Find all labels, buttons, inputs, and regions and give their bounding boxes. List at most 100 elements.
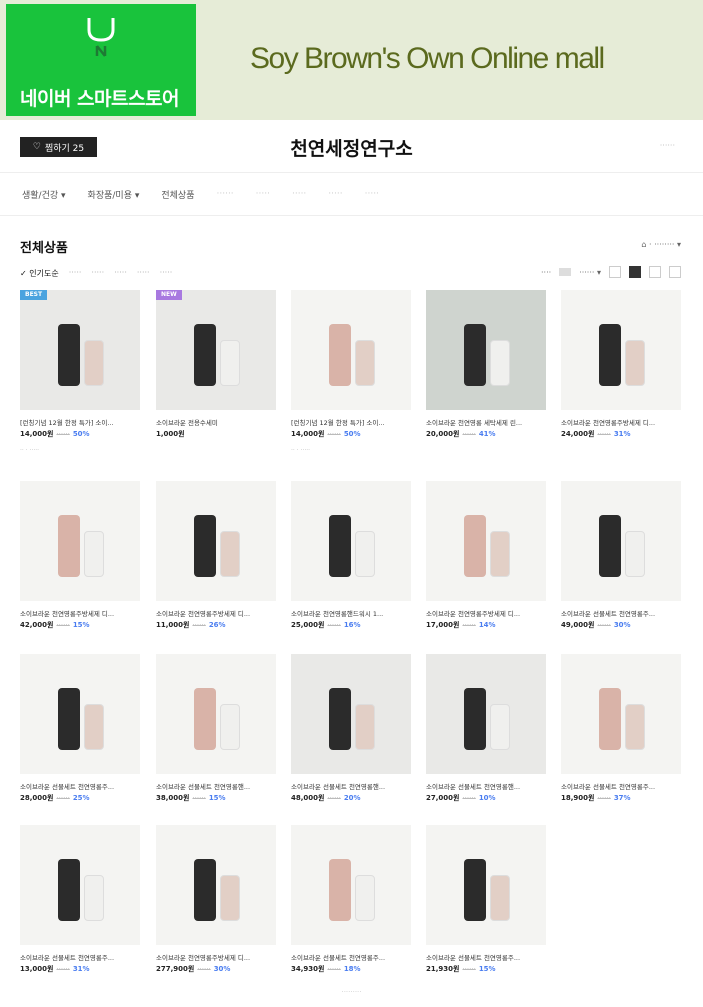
product-image[interactable] xyxy=(291,290,411,410)
product-name[interactable]: 소이브라운 천연영롱주방세제 디... xyxy=(561,417,673,427)
product-card[interactable]: 소이브라운 천연영롱주방세제 디... 24,000원 ······ 31% xyxy=(561,290,681,439)
product-name[interactable]: 소이브라운 선물세트 천연영롱핸... xyxy=(426,781,538,791)
product-card[interactable]: 소이브라운 천연영롱주방세제 디... 42,000원 ······ 15% xyxy=(20,481,140,630)
nav-item-health[interactable]: 생활/건강 ▾ xyxy=(22,188,66,201)
view-large-icon[interactable] xyxy=(649,266,661,278)
product-price: 14,000원 xyxy=(291,430,325,438)
pagination[interactable]: ········· xyxy=(0,988,703,996)
product-name[interactable]: 소이브라운 천연영롱주방세제 디... xyxy=(20,608,132,618)
product-discount: 37% xyxy=(613,794,631,802)
filter-toggle-icon[interactable] xyxy=(559,268,572,276)
view-grid-icon[interactable] xyxy=(629,266,641,278)
product-name[interactable]: 소이브라운 천연영롱주방세제 디... xyxy=(156,608,268,618)
sort-popular[interactable]: ✓ 인기도순 xyxy=(20,268,59,279)
product-name[interactable]: [런칭기념 12월 한정 특가] 소이... xyxy=(291,417,403,427)
product-card[interactable]: 소이브라운 선물세트 천연영롱주... 49,000원 ······ 30% xyxy=(561,481,681,630)
product-card[interactable]: 소이브라운 선물세트 천연영롱주... 13,000원 ······ 31% xyxy=(20,825,140,974)
sort-option-6[interactable]: ····· xyxy=(160,268,173,279)
store-side-links[interactable]: ······ xyxy=(660,141,675,150)
product-image[interactable] xyxy=(291,825,411,945)
product-image[interactable]: BEST xyxy=(20,290,140,410)
product-card[interactable]: 소이브라운 선물세트 천연영롱주... 34,930원 ······ 18% xyxy=(291,825,411,974)
product-bottle-shape xyxy=(220,340,240,386)
product-name[interactable]: 소이브라운 선물세트 천연영롱핸... xyxy=(156,781,268,791)
product-name[interactable]: 소이브라운 선물세트 천연영롱주... xyxy=(291,952,403,962)
per-page-select[interactable]: ······ ▾ xyxy=(579,268,601,277)
product-card[interactable]: 소이브라운 선물세트 천연영롱핸... 27,000원 ······ 10% xyxy=(426,654,546,803)
product-card[interactable]: [런칭기념 12월 한정 특가] 소이... 14,000원 ······ 50% ··… xyxy=(291,290,411,454)
product-discount: 26% xyxy=(208,621,226,629)
product-image[interactable] xyxy=(426,654,546,774)
product-image[interactable] xyxy=(291,654,411,774)
product-card[interactable]: BEST [런칭기념 12월 한정 특가] 소이... 14,000원 ······ 5… xyxy=(20,290,140,454)
product-original-price: ······ xyxy=(327,965,341,973)
product-name[interactable]: 소이브라운 선물세트 천연영롱주... xyxy=(561,608,673,618)
product-original-price: ······ xyxy=(597,794,611,802)
sort-option-3[interactable]: ····· xyxy=(91,268,104,279)
nav-item-faded-3[interactable]: ····· xyxy=(292,189,306,199)
product-card[interactable]: 소이브라운 천연영롱주방세제 디... 277,900원 ······ 30% xyxy=(156,825,276,974)
product-image[interactable] xyxy=(156,481,276,601)
free-shipping-filter[interactable]: ···· xyxy=(541,268,551,277)
product-image[interactable] xyxy=(156,654,276,774)
naver-smartstore-logo-box[interactable]: 네이버 스마트스토어 xyxy=(6,4,196,116)
product-price-row: 34,930원 ······ 18% xyxy=(291,964,411,974)
product-name[interactable]: 소이브라운 천연영롱핸드워시 1... xyxy=(291,608,403,618)
product-card[interactable]: 소이브라운 천연영롱주방세제 디... 11,000원 ······ 26% xyxy=(156,481,276,630)
nav-item-faded-1[interactable]: ······ xyxy=(217,189,234,199)
sort-option-4[interactable]: ····· xyxy=(114,268,127,279)
view-image-icon[interactable] xyxy=(669,266,681,278)
product-image[interactable] xyxy=(561,481,681,601)
product-image[interactable] xyxy=(426,290,546,410)
nav-item-faded-4[interactable]: ····· xyxy=(328,189,342,199)
sort-option-5[interactable]: ····· xyxy=(137,268,150,279)
product-card[interactable]: 소이브라운 천연영롱핸드워시 1... 25,000원 ······ 16% xyxy=(291,481,411,630)
product-name[interactable]: 소이브라운 선물세트 천연영롱핸... xyxy=(291,781,403,791)
nav-item-beauty[interactable]: 화장품/미용 ▾ xyxy=(88,188,140,201)
product-price: 11,000원 xyxy=(156,621,190,629)
product-name[interactable]: 소이브라운 전용수세미 xyxy=(156,417,268,427)
product-price-row: 27,000원 ······ 10% xyxy=(426,793,546,803)
product-name[interactable]: 소이브라운 천연영롱주방세제 디... xyxy=(426,608,538,618)
product-image[interactable]: NEW xyxy=(156,290,276,410)
product-name[interactable]: 소이브라운 천연영롱 세탁세제 린... xyxy=(426,417,538,427)
nav-item-all-products[interactable]: 전체상품 xyxy=(161,188,194,201)
product-name[interactable]: 소이브라운 선물세트 천연영롱주... xyxy=(561,781,673,791)
product-card[interactable]: 소이브라운 천연영롱 세탁세제 린... 20,000원 ······ 41% xyxy=(426,290,546,439)
nav-item-faded-2[interactable]: ····· xyxy=(256,189,270,199)
product-name[interactable]: 소이브라운 선물세트 천연영롱주... xyxy=(20,952,132,962)
breadcrumb[interactable]: ⌂ · ········ ▾ xyxy=(641,240,681,249)
view-list-icon[interactable] xyxy=(609,266,621,278)
product-card[interactable]: 소이브라운 선물세트 천연영롱핸... 38,000원 ······ 15% xyxy=(156,654,276,803)
product-price: 42,000원 xyxy=(20,621,54,629)
product-name[interactable]: [런칭기념 12월 한정 특가] 소이... xyxy=(20,417,132,427)
sort-option-2[interactable]: ····· xyxy=(69,268,82,279)
product-card[interactable]: 소이브라운 선물세트 천연영롱주... 18,900원 ······ 37% xyxy=(561,654,681,803)
product-image[interactable] xyxy=(426,481,546,601)
product-image[interactable] xyxy=(20,654,140,774)
product-image[interactable] xyxy=(426,825,546,945)
product-card[interactable]: 소이브라운 선물세트 천연영롱주... 21,930원 ······ 15% xyxy=(426,825,546,974)
product-discount: 18% xyxy=(343,965,361,973)
product-bottle-shape xyxy=(464,859,486,921)
product-image[interactable] xyxy=(561,654,681,774)
product-card[interactable]: NEW 소이브라운 전용수세미 1,000원 xyxy=(156,290,276,439)
product-discount: 15% xyxy=(478,965,496,973)
product-card[interactable]: 소이브라운 천연영롱주방세제 디... 17,000원 ······ 14% xyxy=(426,481,546,630)
product-image[interactable] xyxy=(291,481,411,601)
product-card[interactable]: 소이브라운 선물세트 천연영롱주... 28,000원 ······ 25% xyxy=(20,654,140,803)
product-name[interactable]: 소이브라운 천연영롱주방세제 디... xyxy=(156,952,268,962)
product-original-price: ······ xyxy=(462,430,476,438)
product-image[interactable] xyxy=(156,825,276,945)
product-image[interactable] xyxy=(561,290,681,410)
product-image[interactable] xyxy=(20,481,140,601)
nav-item-faded-5[interactable]: ····· xyxy=(365,189,379,199)
product-bottle-shape xyxy=(58,859,80,921)
product-image[interactable] xyxy=(20,825,140,945)
product-card[interactable]: 소이브라운 선물세트 천연영롱핸... 48,000원 ······ 20% xyxy=(291,654,411,803)
product-name[interactable]: 소이브라운 선물세트 천연영롱주... xyxy=(426,952,538,962)
product-name[interactable]: 소이브라운 선물세트 천연영롱주... xyxy=(20,781,132,791)
product-original-price: ······ xyxy=(197,965,211,973)
product-price: 48,000원 xyxy=(291,794,325,802)
product-price: 17,000원 xyxy=(426,621,460,629)
